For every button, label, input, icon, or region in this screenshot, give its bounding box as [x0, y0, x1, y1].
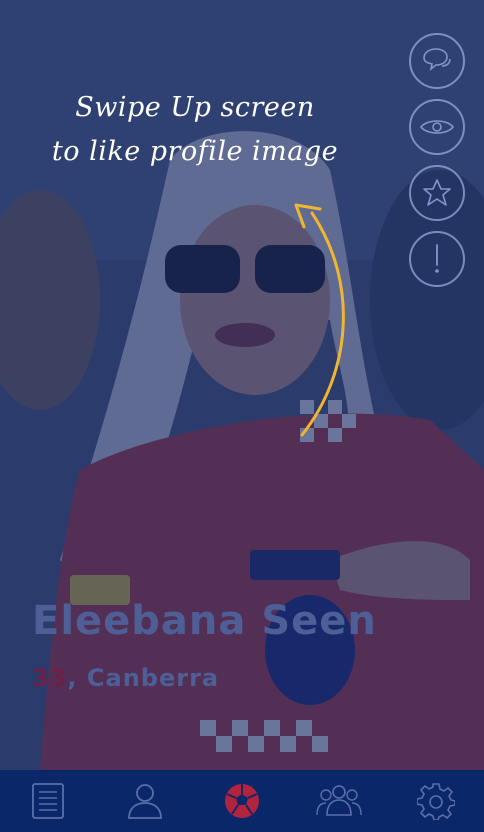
- document-icon: [32, 783, 65, 819]
- chat-button[interactable]: [409, 33, 465, 89]
- tab-settings[interactable]: [406, 776, 466, 826]
- tab-match[interactable]: [212, 776, 272, 826]
- profile-age: 33: [32, 664, 68, 692]
- gear-icon: [416, 783, 455, 820]
- tab-feed[interactable]: [18, 776, 78, 826]
- report-button[interactable]: [409, 231, 465, 287]
- eye-icon: [419, 120, 455, 134]
- soccer-ball-icon: [224, 784, 259, 818]
- profile-separator: ,: [67, 664, 87, 692]
- people-group-icon: [316, 785, 362, 816]
- profile-age-location: 33, Canberra: [32, 664, 219, 692]
- view-button[interactable]: [409, 99, 465, 155]
- bottom-tab-bar: [0, 770, 484, 832]
- person-icon: [128, 784, 163, 819]
- profile-city: Canberra: [86, 664, 220, 692]
- swipe-hint-line-2: to like profile image: [51, 136, 339, 167]
- swipe-up-arrow-icon: [294, 203, 345, 437]
- exclamation-icon: [435, 244, 439, 273]
- tab-friends[interactable]: [309, 776, 369, 826]
- swipe-hint-line-1: Swipe Up screen: [75, 92, 315, 123]
- star-icon: [423, 179, 451, 206]
- tab-profile[interactable]: [115, 776, 175, 826]
- favorite-button[interactable]: [409, 165, 465, 221]
- profile-screen[interactable]: Swipe Up screen to like profile image El…: [0, 0, 484, 832]
- profile-name: Eleebana Seen: [32, 598, 377, 644]
- chat-bubbles-icon: [423, 48, 451, 71]
- swipe-hint-text: Swipe Up screen to like profile image: [30, 86, 360, 174]
- profile-action-rail: [409, 33, 469, 297]
